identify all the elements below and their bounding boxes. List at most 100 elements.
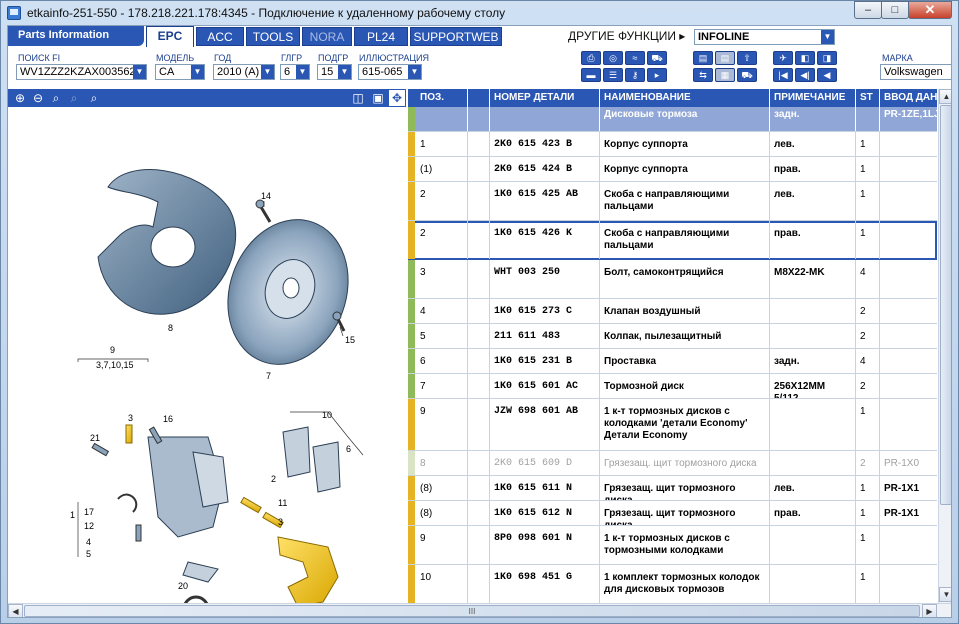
table-row[interactable]: 4 1K0 615 273 C Клапан воздушный 2	[408, 299, 937, 324]
tab-tools[interactable]: TOOLS	[246, 27, 300, 46]
elsa-icon[interactable]: ▤	[693, 51, 713, 65]
table-row[interactable]: 2 1K0 615 425 AB Скоба с направляющими пал…	[408, 182, 937, 221]
zoom-fit-icon[interactable]: ⌕	[48, 90, 64, 106]
title-bar[interactable]: etkainfo-251-550 - 178.218.221.178:4345 …	[1, 1, 958, 25]
first-page-icon[interactable]: |◀	[773, 68, 793, 82]
brand-make-field[interactable]: Volkswagen	[880, 64, 951, 80]
table-row[interactable]: 9 8P0 098 601 N1 к-т тормозных дисков с т…	[408, 526, 937, 565]
chevron-down-icon[interactable]: ▼	[133, 65, 146, 79]
callout-1[interactable]: 1	[70, 510, 75, 520]
year-select[interactable]: 2010 (A) ▼	[213, 64, 275, 80]
model-select[interactable]: CA ▼	[155, 64, 205, 80]
table-row[interactable]: (1) 2K0 615 424 B Корпус суппорта прав. 1	[408, 157, 937, 182]
table-row[interactable]: 8 2K0 615 609 D Грязезащ. щит тормозного д…	[408, 451, 937, 476]
image-view-icon[interactable]: ▣	[370, 90, 386, 106]
close-button[interactable]: ✕	[908, 1, 952, 19]
move-icon[interactable]: ✥	[389, 90, 405, 106]
search-icon[interactable]: ⌕	[86, 90, 102, 106]
callout-20[interactable]: 20	[178, 581, 188, 591]
callout-3b[interactable]: 3	[278, 517, 283, 527]
prev-page-icon[interactable]: ◀|	[795, 68, 815, 82]
forward-icon[interactable]: ▸	[647, 68, 667, 82]
callout-11[interactable]: 11	[278, 498, 287, 508]
maximize-button[interactable]: □	[881, 1, 909, 19]
scroll-down-icon[interactable]: ▼	[939, 587, 951, 602]
cart-up-icon[interactable]: ⇧	[737, 51, 757, 65]
zoom-out-icon[interactable]: ⊖	[30, 90, 46, 106]
parts-illustration[interactable]: 14 8 7 15 9 3,7,10,15 3 16 21 10 6 2 11 …	[8, 107, 406, 603]
table-row[interactable]: 9 JZW 698 601 AB 1 к-т тормозных дисков с …	[408, 399, 937, 451]
scroll-up-icon[interactable]: ▲	[939, 89, 951, 104]
horizontal-scroll-thumb[interactable]: III	[24, 605, 920, 617]
col-position[interactable]: ПОЗ.	[416, 89, 468, 107]
compare-icon[interactable]: ⇆	[693, 68, 713, 82]
chevron-down-icon[interactable]: ▼	[338, 65, 351, 79]
col-note[interactable]: ПРИМЕЧАНИЕ	[770, 89, 856, 107]
tab-epc[interactable]: EPC	[146, 26, 194, 47]
col-flag[interactable]	[468, 89, 490, 107]
model-icon[interactable]: ≈	[625, 51, 645, 65]
print-icon[interactable]: ⎙	[581, 51, 601, 65]
callout-9-refs[interactable]: 3,7,10,15	[96, 360, 134, 370]
book-next-icon[interactable]: ◨	[817, 51, 837, 65]
back-icon[interactable]: ◀	[817, 68, 837, 82]
col-part-number[interactable]: НОМЕР ДЕТАЛИ	[490, 89, 600, 107]
vertical-scrollbar[interactable]: ▲ ▼	[938, 89, 951, 603]
table-row[interactable]: 3 WHT 003 250 Болт, самоконтрящийся M8X22-M…	[408, 260, 937, 299]
col-data-input[interactable]: ВВОД ДАННЫХ	[880, 89, 937, 107]
table-row[interactable]: 6 1K0 615 231 B Проставка задн. 4	[408, 349, 937, 374]
tab-pl24[interactable]: PL24	[354, 27, 408, 46]
chevron-down-icon[interactable]: ▼	[191, 65, 204, 79]
table-row[interactable]: (8) 1K0 615 612 N Грязезащ. щит тормозного…	[408, 501, 937, 526]
main-group-select[interactable]: 6 ▼	[280, 64, 310, 80]
callout-7[interactable]: 7	[266, 371, 271, 381]
vertical-scroll-thumb[interactable]	[940, 105, 951, 505]
split-view-icon[interactable]: ◫	[350, 90, 366, 106]
catalog-icon[interactable]: ◎	[603, 51, 623, 65]
cart-icon[interactable]: ⛟	[737, 68, 757, 82]
scroll-left-icon[interactable]: ◀	[8, 604, 23, 617]
card-icon[interactable]: ▬	[581, 68, 601, 82]
callout-16[interactable]: 16	[163, 414, 173, 424]
col-name[interactable]: НАИМЕНОВАНИЕ	[600, 89, 770, 107]
tab-acc[interactable]: ACC	[196, 27, 244, 46]
callout-3a[interactable]: 3	[128, 413, 133, 423]
callout-5[interactable]: 5	[86, 549, 91, 559]
table-row[interactable]: 2 1K0 615 426 K Скоба с направляющими паль…	[408, 221, 937, 260]
table-row[interactable]: 7 1K0 615 601 ACТормозной диск256X12MM 5/…	[408, 374, 937, 399]
callout-9[interactable]: 9	[110, 345, 115, 355]
illustration-select[interactable]: 615-065 ▼	[358, 64, 422, 80]
callout-15[interactable]: 15	[345, 335, 355, 345]
chevron-down-icon[interactable]: ▼	[261, 65, 274, 79]
table-row[interactable]: 1 2K0 615 423 B Корпус суппорта лев. 1	[408, 132, 937, 157]
book-prev-icon[interactable]: ◧	[795, 51, 815, 65]
callout-21[interactable]: 21	[90, 433, 100, 443]
callout-8[interactable]: 8	[168, 323, 173, 333]
callout-6[interactable]: 6	[346, 444, 351, 454]
scroll-right-icon[interactable]: ▶	[922, 604, 937, 617]
callout-2[interactable]: 2	[271, 474, 276, 484]
other-functions-select[interactable]: INFOLINE ▼	[694, 29, 835, 45]
key-icon[interactable]: ⚷	[625, 68, 645, 82]
callout-12a[interactable]: 12	[84, 521, 94, 531]
chevron-down-icon[interactable]: ▼	[821, 30, 834, 44]
chevron-down-icon[interactable]: ▼	[296, 65, 309, 79]
table-row[interactable]: 5 211 611 483 Колпак, пылезащитный 2	[408, 324, 937, 349]
zoom-in-icon[interactable]: ⊕	[12, 90, 28, 106]
table-row[interactable]: Дисковые тормоза задн. PR-1ZE,1LJ	[408, 107, 937, 132]
pin-icon[interactable]: ✈	[773, 51, 793, 65]
callout-4[interactable]: 4	[86, 537, 91, 547]
vehicle-icon[interactable]: ⛟	[647, 51, 667, 65]
horizontal-scrollbar[interactable]: ◀ III ▶	[8, 603, 951, 617]
callout-14[interactable]: 14	[261, 191, 271, 201]
callout-17[interactable]: 17	[84, 507, 94, 517]
table-row[interactable]: 10 1K0 698 451 G1 комплект тормозных коло…	[408, 565, 937, 603]
vin-input[interactable]: WV1ZZZ2KZAX003562 ▼	[16, 64, 147, 80]
col-st[interactable]: ST	[856, 89, 880, 107]
tab-nora[interactable]: NORA	[302, 27, 352, 46]
table-row[interactable]: (8) 1K0 615 611 N Грязезащ. щит тормозного…	[408, 476, 937, 501]
tab-supportweb[interactable]: SUPPORTWEB	[410, 27, 502, 46]
minimize-button[interactable]: –	[854, 1, 882, 19]
sub-group-select[interactable]: 15 ▼	[317, 64, 352, 80]
list-icon[interactable]: ☰	[603, 68, 623, 82]
